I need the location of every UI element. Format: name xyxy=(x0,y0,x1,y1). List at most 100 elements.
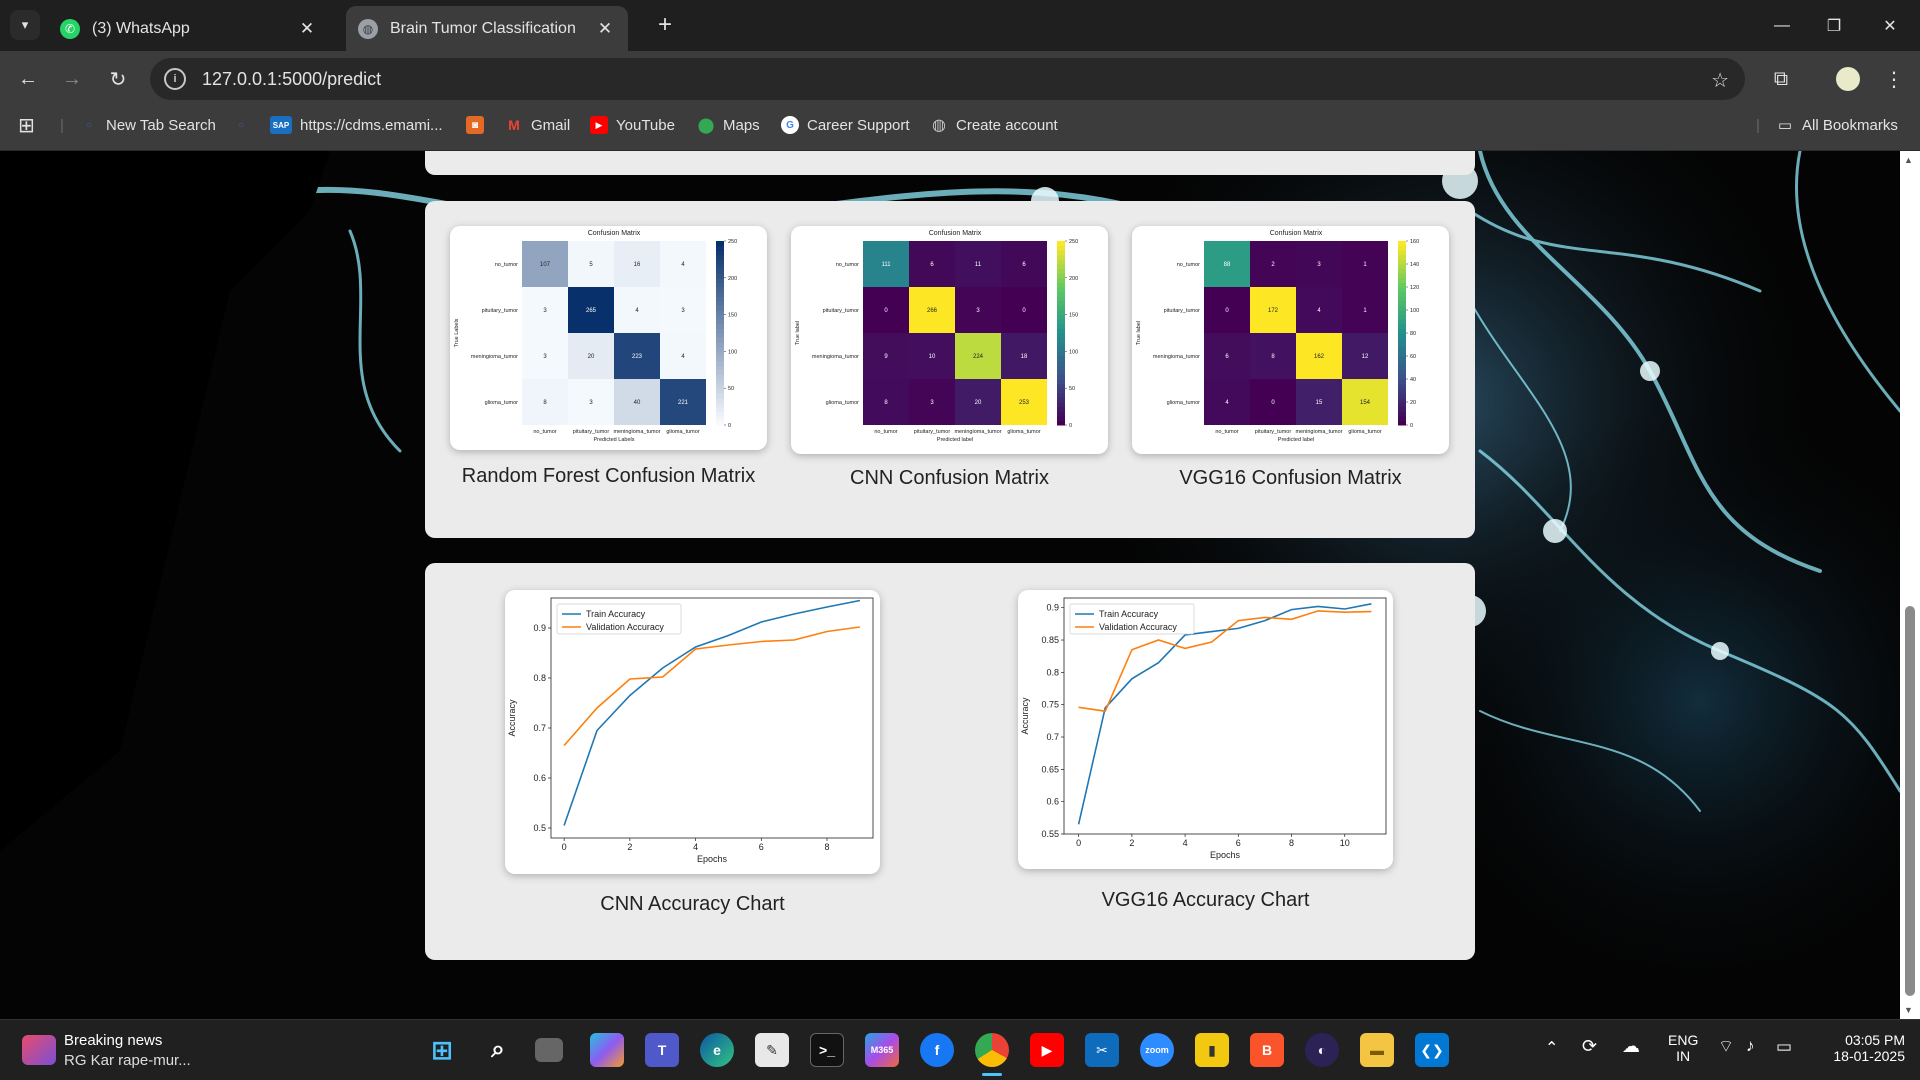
minimize-button[interactable]: — xyxy=(1754,0,1810,51)
onedrive-icon[interactable]: ☁ xyxy=(1622,1036,1640,1057)
scrollbar-thumb[interactable] xyxy=(1905,606,1915,996)
colorbar-segment xyxy=(1057,296,1065,302)
scroll-down-icon[interactable]: ▼ xyxy=(1904,1005,1913,1015)
colorbar-segment xyxy=(1398,397,1406,403)
close-tab-icon[interactable]: ✕ xyxy=(594,18,616,40)
colorbar-segment xyxy=(716,291,724,297)
bookmark-create-account[interactable]: ◍ Create account xyxy=(930,106,1058,144)
legend-label: Validation Accuracy xyxy=(1099,622,1177,632)
bookmark-career-support[interactable]: G Career Support xyxy=(781,106,910,144)
back-button[interactable]: ← xyxy=(12,63,44,95)
colorbar-segment xyxy=(716,402,724,408)
tab-search-button[interactable]: ▾ xyxy=(10,10,40,40)
task-view-icon[interactable] xyxy=(535,1038,563,1062)
page-scrollbar[interactable]: ▲ ▼ xyxy=(1900,151,1920,1019)
vgg16-accuracy-image[interactable]: 0 2 4 6 8 10 0.55 0.6 0.65 0.7 0.75 0.8 0.85 0.9 Epoch… xyxy=(1018,590,1393,869)
forward-button[interactable]: → xyxy=(56,63,88,95)
clock[interactable]: 03:05 PM 18-01-2025 xyxy=(1810,1032,1905,1064)
colorbar-segment xyxy=(1057,415,1065,421)
clock-date: 18-01-2025 xyxy=(1833,1048,1905,1064)
bookmark-youtube[interactable]: ▶ YouTube xyxy=(590,106,675,144)
colorbar-segment xyxy=(716,245,724,251)
colorbar-tick-label: 20 xyxy=(1410,400,1416,406)
address-bar[interactable]: i 127.0.0.1:5000/predict ☆ xyxy=(150,58,1745,100)
youtube-icon[interactable]: ▶ xyxy=(1030,1033,1064,1067)
url-text: 127.0.0.1:5000/predict xyxy=(202,68,382,89)
news-widget-icon[interactable] xyxy=(22,1035,56,1065)
rf-confusion-matrix-image[interactable]: Confusion Matrix 107 5 16 4 no_tumor 3 265 4 3 pit… xyxy=(450,226,767,450)
news-subtitle[interactable]: RG Kar rape-mur... xyxy=(64,1052,191,1069)
heatmap-title: Confusion Matrix xyxy=(929,230,982,237)
notepad-icon[interactable]: ✎ xyxy=(755,1033,789,1067)
colorbar-segment xyxy=(716,388,724,394)
bookmark-star-icon[interactable]: ☆ xyxy=(1711,68,1729,93)
colorbar-segment xyxy=(1057,245,1065,251)
reload-button[interactable]: ↻ xyxy=(102,63,134,95)
search-icon[interactable]: ⌕ xyxy=(481,1033,515,1067)
tab-brain-tumor[interactable]: ◍ Brain Tumor Classification ✕ xyxy=(346,6,628,51)
vscode-icon[interactable]: ❮❯ xyxy=(1415,1033,1449,1067)
sync-icon[interactable]: ⟳ xyxy=(1582,1036,1597,1057)
bookmark-label: Maps xyxy=(723,116,760,134)
gmail-icon: M xyxy=(508,117,520,133)
restore-button[interactable]: ❐ xyxy=(1806,0,1862,51)
colorbar-segment xyxy=(1057,268,1065,274)
bookmark-new-tab-search[interactable]: ○ New Tab Search xyxy=(80,106,216,144)
x-tick-label: 6 xyxy=(1236,838,1241,848)
snipping-icon[interactable]: ✂ xyxy=(1085,1033,1119,1067)
colorbar-segment xyxy=(1398,319,1406,325)
all-bookmarks-button[interactable]: ▭ All Bookmarks xyxy=(1776,106,1898,144)
heatmap-value: 15 xyxy=(1316,400,1323,406)
scroll-up-icon[interactable]: ▲ xyxy=(1904,155,1913,165)
copilot-icon[interactable] xyxy=(590,1033,624,1067)
file-explorer-icon[interactable]: ▬ xyxy=(1360,1033,1394,1067)
language-indicator[interactable]: ENG IN xyxy=(1668,1032,1698,1064)
start-icon[interactable]: ⊞ xyxy=(425,1033,459,1067)
cnn-confusion-matrix-image[interactable]: Confusion Matrix 111 6 11 6 no_tumor 0 266 3 0 pit… xyxy=(791,226,1108,454)
extensions-icon[interactable]: ⧉ xyxy=(1765,63,1797,95)
colorbar-segment xyxy=(1398,287,1406,293)
bookmark-placeholder-icon[interactable]: ○ xyxy=(232,106,258,144)
volume-icon[interactable]: ♪ xyxy=(1746,1036,1755,1056)
cnn-accuracy-image[interactable]: 0 2 4 6 8 0.5 0.6 0.7 0.8 0.9 Epochs Accuracy Train … xyxy=(505,590,880,874)
terminal-icon[interactable]: >_ xyxy=(810,1033,844,1067)
news-title[interactable]: Breaking news xyxy=(64,1032,162,1049)
heatmap-col-label: glioma_tumor xyxy=(666,429,699,435)
chrome-icon[interactable] xyxy=(975,1033,1009,1067)
confusion-matrix-card: Confusion Matrix 107 5 16 4 no_tumor 3 265 4 3 pit… xyxy=(425,201,1475,538)
bookmark-cdms[interactable]: SAP https://cdms.emami... xyxy=(270,106,443,144)
y-tick-label: 0.6 xyxy=(1046,797,1059,807)
teams-icon[interactable]: T xyxy=(645,1033,679,1067)
site-info-icon[interactable]: i xyxy=(164,68,186,90)
heatmap-col-label: glioma_tumor xyxy=(1007,429,1040,435)
edge-icon[interactable]: e xyxy=(700,1033,734,1067)
apps-icon[interactable]: ⊞ xyxy=(18,106,35,144)
bookmark-app[interactable]: ◙ xyxy=(466,106,492,144)
zoom-icon[interactable]: zoom xyxy=(1140,1033,1174,1067)
profile-avatar[interactable] xyxy=(1832,63,1864,95)
vgg16-accuracy-chart: 0 2 4 6 8 10 0.55 0.6 0.65 0.7 0.75 0.8 0.85 0.9 Epoch… xyxy=(1020,597,1387,860)
colorbar-tick-label: 150 xyxy=(1069,313,1078,319)
brave-icon[interactable]: B xyxy=(1250,1033,1284,1067)
bookmark-maps[interactable]: ⬤ Maps xyxy=(697,106,760,144)
eclipse-icon[interactable]: ◐ xyxy=(1305,1033,1339,1067)
close-window-button[interactable]: ✕ xyxy=(1862,0,1918,51)
close-tab-icon[interactable]: ✕ xyxy=(296,18,318,40)
heatmap-value: 16 xyxy=(634,262,641,268)
colorbar-segment xyxy=(1057,314,1065,320)
show-hidden-icons[interactable]: ⌃ xyxy=(1545,1038,1558,1058)
colorbar-segment xyxy=(1398,296,1406,302)
battery-icon[interactable]: ▭ xyxy=(1776,1037,1792,1057)
wifi-icon[interactable]: ⌔ xyxy=(1718,1036,1734,1057)
legend-label: Train Accuracy xyxy=(586,609,646,619)
menu-icon[interactable]: ⋮ xyxy=(1878,63,1910,95)
tab-whatsapp[interactable]: ✆ (3) WhatsApp ✕ xyxy=(48,6,330,51)
vgg16-confusion-matrix-image[interactable]: Confusion Matrix 88 2 3 1 no_tumor 0 172 4 1 pitui… xyxy=(1132,226,1449,454)
search-icon: ○ xyxy=(85,119,93,131)
heatmap-row-label: glioma_tumor xyxy=(485,400,518,406)
new-tab-button[interactable]: + xyxy=(650,10,680,40)
facebook-icon[interactable]: f xyxy=(920,1033,954,1067)
m365-icon[interactable]: M365 xyxy=(865,1033,899,1067)
bookmark-gmail[interactable]: M Gmail xyxy=(505,106,570,144)
power-bi-icon[interactable]: ▮ xyxy=(1195,1033,1229,1067)
